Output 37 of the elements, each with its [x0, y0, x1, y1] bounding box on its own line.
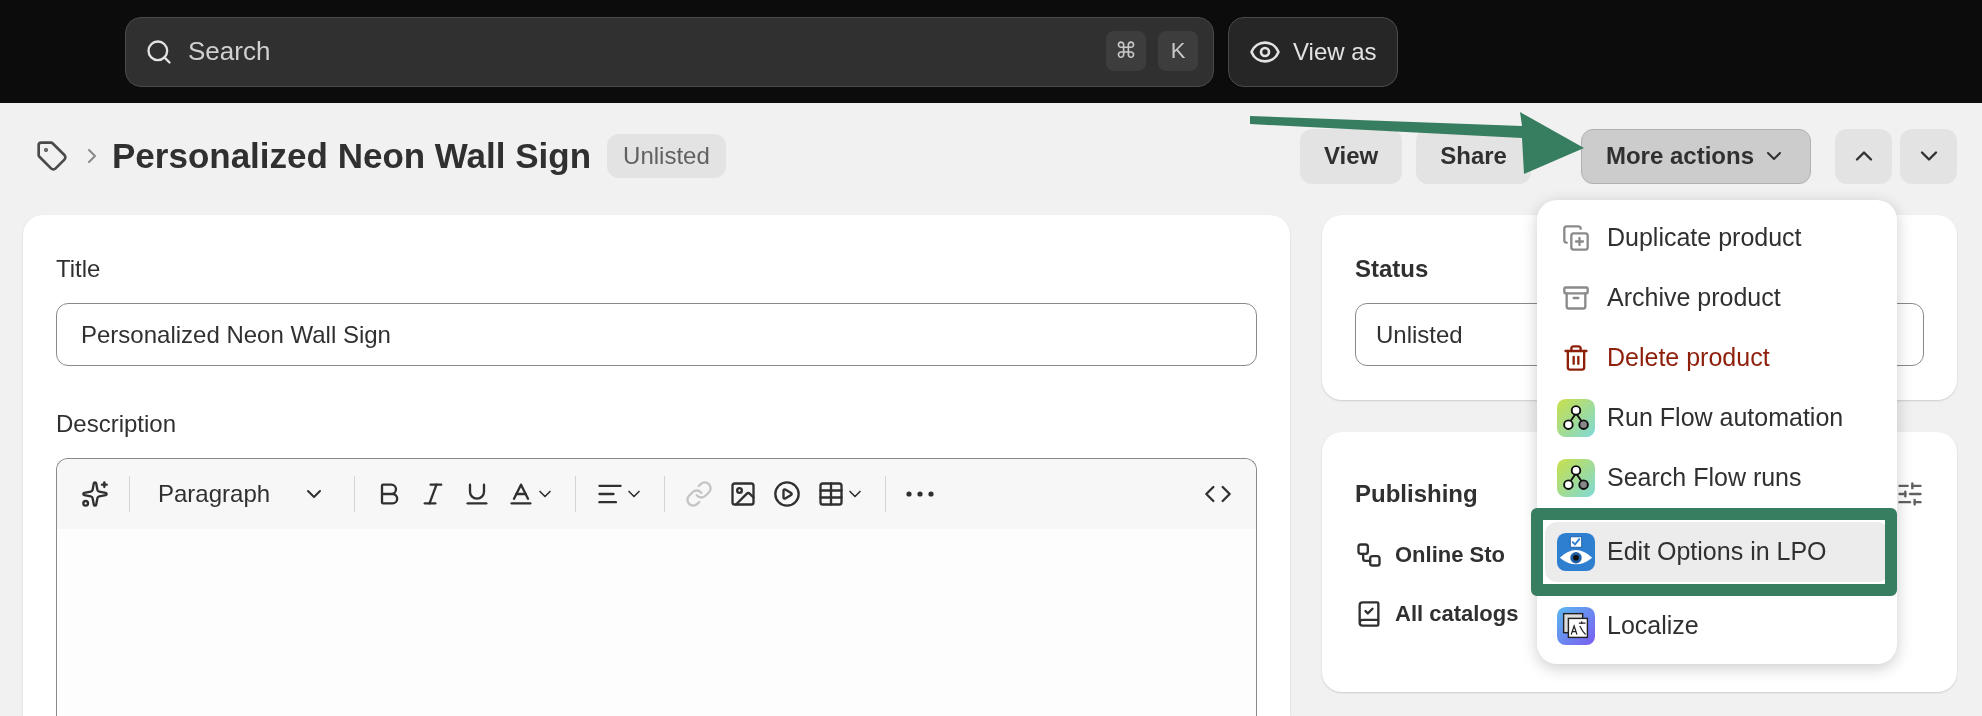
status-badge: Unlisted — [607, 134, 726, 178]
menu-item[interactable]: Delete product — [1545, 328, 1889, 388]
flow-app-icon — [1557, 399, 1595, 437]
shortcut-key: ⌘ — [1106, 30, 1146, 71]
menu-item[interactable]: Duplicate product — [1545, 208, 1889, 268]
paragraph-select[interactable]: Paragraph — [142, 472, 343, 516]
menu-item[interactable]: Run Flow automation — [1545, 388, 1889, 448]
translate-app-icon — [1557, 607, 1595, 645]
more-actions-button[interactable]: More actions — [1580, 128, 1811, 184]
more-icon — [906, 491, 935, 497]
flow-app-icon — [1557, 459, 1595, 497]
title-label: Title — [56, 254, 102, 284]
settings-icon — [1896, 480, 1924, 508]
search-icon — [145, 37, 173, 66]
status-label: Status — [1355, 254, 1430, 284]
publishing-label: Publishing — [1355, 479, 1478, 509]
table-icon — [817, 480, 846, 508]
menu-item[interactable]: Search Flow runs — [1545, 448, 1889, 508]
channel-name: Online Sto — [1395, 541, 1505, 569]
description-label: Description — [56, 409, 178, 439]
view-as-button[interactable]: View as — [1228, 16, 1398, 87]
play-icon — [773, 480, 802, 508]
duplicate-icon — [1562, 224, 1590, 252]
shortcut-key: K — [1158, 30, 1198, 71]
trash-icon — [1562, 344, 1590, 372]
tag-icon — [36, 140, 68, 172]
channel-name: All catalogs — [1395, 600, 1519, 628]
eye-app-icon — [1557, 533, 1595, 571]
product-title: Personalized Neon Wall Sign — [112, 134, 592, 177]
image-icon — [729, 480, 758, 508]
header-button[interactable]: View — [1300, 128, 1403, 184]
archive-icon — [1562, 284, 1590, 312]
sparkle-icon — [81, 480, 109, 508]
menu-item[interactable]: Archive product — [1545, 268, 1889, 328]
title-input[interactable]: Personalized Neon Wall Sign — [56, 303, 1257, 366]
channel-icon — [1355, 540, 1383, 569]
menu-item[interactable]: Localize — [1545, 596, 1889, 656]
